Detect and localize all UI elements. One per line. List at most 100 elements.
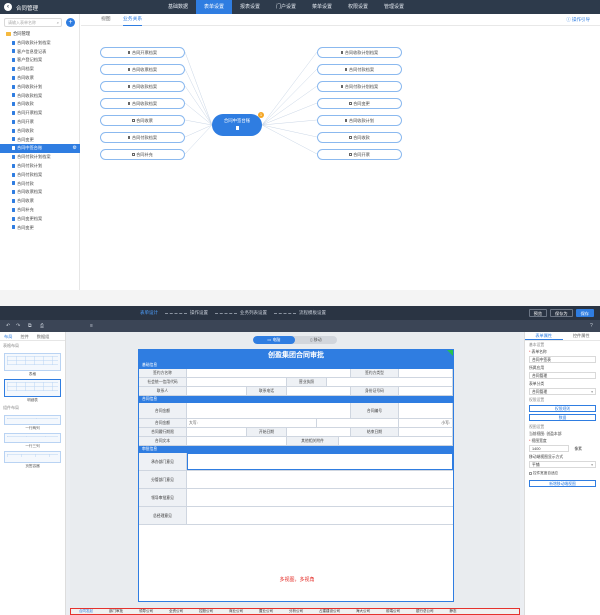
nav-item-form-settings[interactable]: 表单设置 [196, 0, 232, 14]
date-input[interactable] [287, 428, 351, 436]
tab-controls[interactable]: 控件 [16, 332, 32, 340]
save-button[interactable]: 保存 [575, 309, 594, 317]
field-input[interactable] [399, 403, 453, 418]
left-relation-node[interactable]: 合同付款档案 [100, 132, 185, 143]
view-tab[interactable]: 全资公司 [161, 609, 191, 614]
field-input-lowercase[interactable]: 小写: [399, 419, 453, 427]
attachment-input[interactable] [187, 437, 287, 445]
tree-item[interactable]: 合同补充 [0, 206, 80, 215]
left-relation-node[interactable]: 合同开票档案 [100, 47, 185, 58]
tree-item[interactable]: 客户登记档案 [0, 56, 80, 65]
view-tab[interactable]: 海大公司 [348, 609, 378, 614]
tree-item[interactable]: 合同变更 [0, 136, 80, 145]
tree-item[interactable]: 合同收款档案 [0, 92, 80, 101]
tree-item[interactable]: 合同付款 [0, 180, 80, 189]
tree-item[interactable]: 合同收票 [0, 197, 80, 206]
nav-item-basic-data[interactable]: 基础数据 [160, 0, 196, 14]
attachment-input[interactable] [339, 437, 453, 445]
step-form-design[interactable]: 表单设计 [140, 310, 158, 316]
view-tab[interactable]: 部门审批 [101, 609, 131, 614]
copy-icon[interactable]: ⧉ [28, 323, 34, 329]
nav-item-portal-settings[interactable]: 门户设置 [268, 0, 304, 14]
tree-item[interactable]: 合同开票档案 [0, 109, 80, 118]
view-tab[interactable]: 占建建设公司 [311, 609, 348, 614]
permission-rules-button[interactable]: 权限规则 [529, 405, 596, 412]
tab-view[interactable]: 视图 [101, 16, 111, 26]
step-workflow-template-settings[interactable]: 流程模板设置 [299, 310, 326, 316]
field-input[interactable] [187, 428, 247, 436]
date-input[interactable] [399, 428, 453, 436]
help-icon[interactable]: ? [590, 323, 596, 329]
view-tab[interactable]: 置业公司 [251, 609, 281, 614]
nav-item-permission-settings[interactable]: 权限设置 [340, 0, 376, 14]
field-input[interactable] [399, 369, 453, 377]
field-input-uppercase[interactable]: 大写: [187, 419, 317, 427]
step-business-list-settings[interactable]: 业务列表设置 [240, 310, 267, 316]
tab-control-properties[interactable]: 控件属性 [563, 332, 600, 340]
view-width-input[interactable]: 1400 [529, 445, 569, 452]
field-input[interactable] [327, 378, 453, 386]
add-mobile-view-button[interactable]: 新增移动端视图 [529, 480, 596, 487]
redo-icon[interactable]: ↷ [16, 323, 22, 329]
right-relation-node[interactable]: 合同收款 [317, 132, 402, 143]
component-table[interactable] [4, 353, 61, 371]
tree-item-selected[interactable]: 合同中签台账 ⚙ [0, 144, 80, 154]
left-relation-node[interactable]: 合同收款档案 [100, 98, 185, 109]
right-relation-node[interactable]: 合同收款计划档案 [317, 47, 402, 58]
right-relation-node[interactable]: 合同变更 [317, 98, 402, 109]
tree-item[interactable]: 合同变更档案 [0, 215, 80, 224]
right-relation-node[interactable]: 合同开票 [317, 149, 402, 160]
nav-item-management-settings[interactable]: 管理设置 [376, 0, 412, 14]
view-tab[interactable]: 商业公司 [221, 609, 251, 614]
tree-item[interactable]: 合同收款 [0, 100, 80, 109]
tab-data-group[interactable]: 数据组 [33, 332, 54, 340]
field-input[interactable] [187, 378, 287, 386]
field-input[interactable] [317, 419, 399, 427]
view-tab[interactable]: 前端公司 [378, 609, 408, 614]
tree-item[interactable]: 合同付款计划档案 [0, 153, 80, 162]
tree-item[interactable]: 合同收款计划档案 [0, 39, 80, 48]
tree-item[interactable]: 合同收款 [0, 127, 80, 136]
print-icon[interactable]: ⎙ [40, 323, 46, 329]
back-icon[interactable]: ‹ [4, 3, 12, 11]
field-input[interactable] [399, 387, 453, 395]
tab-layout[interactable]: 布局 [0, 332, 16, 340]
view-tab[interactable]: 领导公司 [131, 609, 161, 614]
opinion-input[interactable] [187, 471, 453, 488]
left-relation-node[interactable]: 合同收票 [100, 115, 185, 126]
align-icon[interactable]: ≡ [90, 323, 96, 329]
field-input[interactable] [187, 387, 247, 395]
form-title[interactable]: 创盈集团合同审批 [139, 350, 453, 362]
tree-item[interactable]: 合同付款档案 [0, 171, 80, 180]
opinion-input[interactable] [187, 453, 453, 470]
tree-item[interactable]: 合同档案 [0, 65, 80, 74]
view-tab-extra[interactable]: 静态 [442, 609, 465, 614]
component-tab-container[interactable] [4, 451, 61, 463]
mobile-display-select[interactable]: 平铺 ▾ [529, 461, 596, 468]
view-desktop[interactable]: ▭ 电脑 [253, 336, 295, 344]
field-input[interactable] [187, 369, 351, 377]
field-input[interactable] [187, 403, 351, 418]
left-relation-node[interactable]: 合同收款档案 [100, 81, 185, 92]
component-detail-table[interactable] [4, 379, 61, 397]
right-relation-node[interactable]: 合同收款计划 [317, 115, 402, 126]
search-icon[interactable]: ⌕ [57, 19, 59, 26]
view-tab[interactable]: 合同发起 [71, 609, 101, 614]
component-one-row-two-cols[interactable] [4, 415, 61, 425]
component-one-row-three-cols[interactable] [4, 433, 61, 443]
tree-item[interactable]: 合同开票 [0, 118, 80, 127]
opinion-input[interactable] [187, 489, 453, 506]
tree-item[interactable]: 合同收票档案 [0, 188, 80, 197]
left-relation-node[interactable]: 合同收票档案 [100, 64, 185, 75]
add-form-button[interactable]: + [66, 18, 75, 27]
tree-item[interactable]: 客户信息登记表 [0, 48, 80, 57]
right-relation-node[interactable]: 合同付款计划档案 [317, 81, 402, 92]
opinion-input[interactable] [187, 507, 453, 524]
nav-item-menu-settings[interactable]: 菜单设置 [304, 0, 340, 14]
left-relation-node[interactable]: 合同补充 [100, 149, 185, 160]
center-form-node[interactable]: 合同中签台账 1 [212, 112, 264, 136]
view-tab[interactable]: 分析公司 [281, 609, 311, 614]
view-mobile[interactable]: ▯ 移动 [295, 336, 337, 344]
tree-item[interactable]: 合同收票 [0, 74, 80, 83]
view-tab[interactable]: 银行总公司 [408, 609, 442, 614]
